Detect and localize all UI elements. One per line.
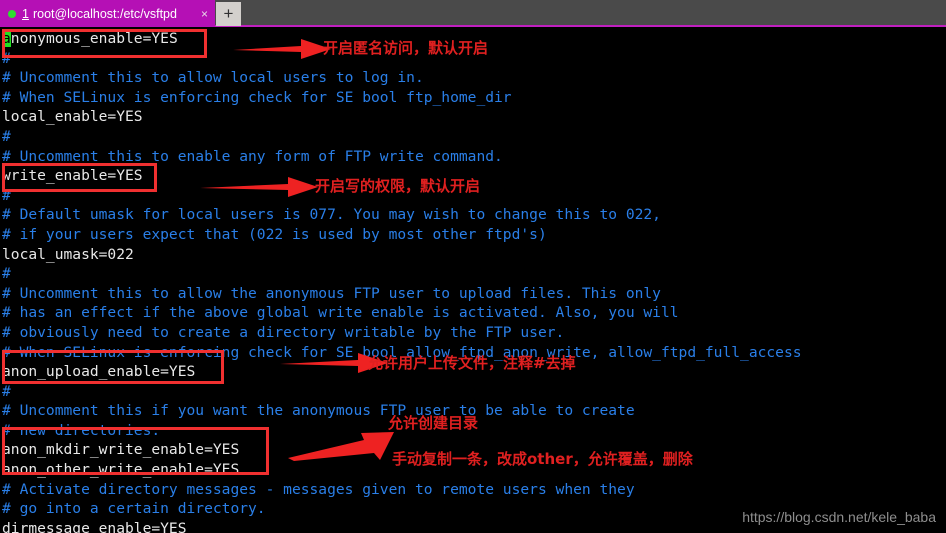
- terminal-line: anon_upload_enable=YES: [2, 363, 196, 381]
- text-cursor: a: [2, 30, 11, 47]
- terminal-line: # Default umask for local users is 077. …: [2, 206, 661, 224]
- terminal-line: write_enable=YES: [2, 167, 143, 185]
- terminal-line: # has an effect if the above global writ…: [2, 304, 679, 322]
- terminal-line: # if your users expect that (022 is used…: [2, 225, 547, 243]
- terminal-line: local_umask=022: [2, 245, 134, 263]
- terminal-line: anon_mkdir_write_enable=YES: [2, 441, 240, 459]
- terminal-line: # When SELinux is enforcing check for SE…: [2, 88, 512, 106]
- terminal-line: anonymous_enable=YES: [2, 29, 946, 49]
- tab-index-label: 1: [22, 6, 29, 21]
- tab-bar: 1 root@localhost:/etc/vsftpd × +: [0, 0, 946, 27]
- terminal-line: # Uncomment this to allow the anonymous …: [2, 284, 661, 302]
- terminal-line: #: [2, 186, 11, 204]
- terminal-line: # go into a certain directory.: [2, 500, 266, 518]
- close-icon[interactable]: ×: [201, 7, 208, 21]
- terminal-line: # Uncomment this if you want the anonymo…: [2, 402, 635, 420]
- terminal-line: #: [2, 49, 11, 67]
- tab-status-dot: [8, 9, 16, 18]
- terminal-line: # Uncomment this to enable any form of F…: [2, 147, 503, 165]
- terminal-line-text: nonymous_enable=YES: [10, 30, 178, 47]
- terminal-window: 1 root@localhost:/etc/vsftpd × + anonymo…: [0, 0, 946, 533]
- terminal-line: # Uncomment this to allow local users to…: [2, 69, 424, 87]
- terminal-line: local_enable=YES: [2, 108, 143, 126]
- terminal-text-area[interactable]: anonymous_enable=YES # # Uncomment this to…: [0, 27, 946, 533]
- terminal-line: # obviously need to create a directory w…: [2, 323, 565, 341]
- terminal-line: #: [2, 265, 11, 283]
- terminal-line: # When SELinux is enforcing check for SE…: [2, 343, 802, 361]
- terminal-line: # Activate directory messages - messages…: [2, 480, 635, 498]
- terminal-line: # new directories.: [2, 421, 161, 439]
- terminal-line: #: [2, 127, 11, 145]
- tab-title-label: root@localhost:/etc/vsftpd: [32, 6, 177, 21]
- tab-vsftpd[interactable]: 1 root@localhost:/etc/vsftpd ×: [0, 0, 215, 27]
- new-tab-button[interactable]: +: [216, 2, 241, 26]
- terminal-line: anon_other_write_enable=YES: [2, 461, 240, 479]
- terminal-line: dirmessage_enable=YES: [2, 519, 187, 533]
- terminal-line: #: [2, 382, 11, 400]
